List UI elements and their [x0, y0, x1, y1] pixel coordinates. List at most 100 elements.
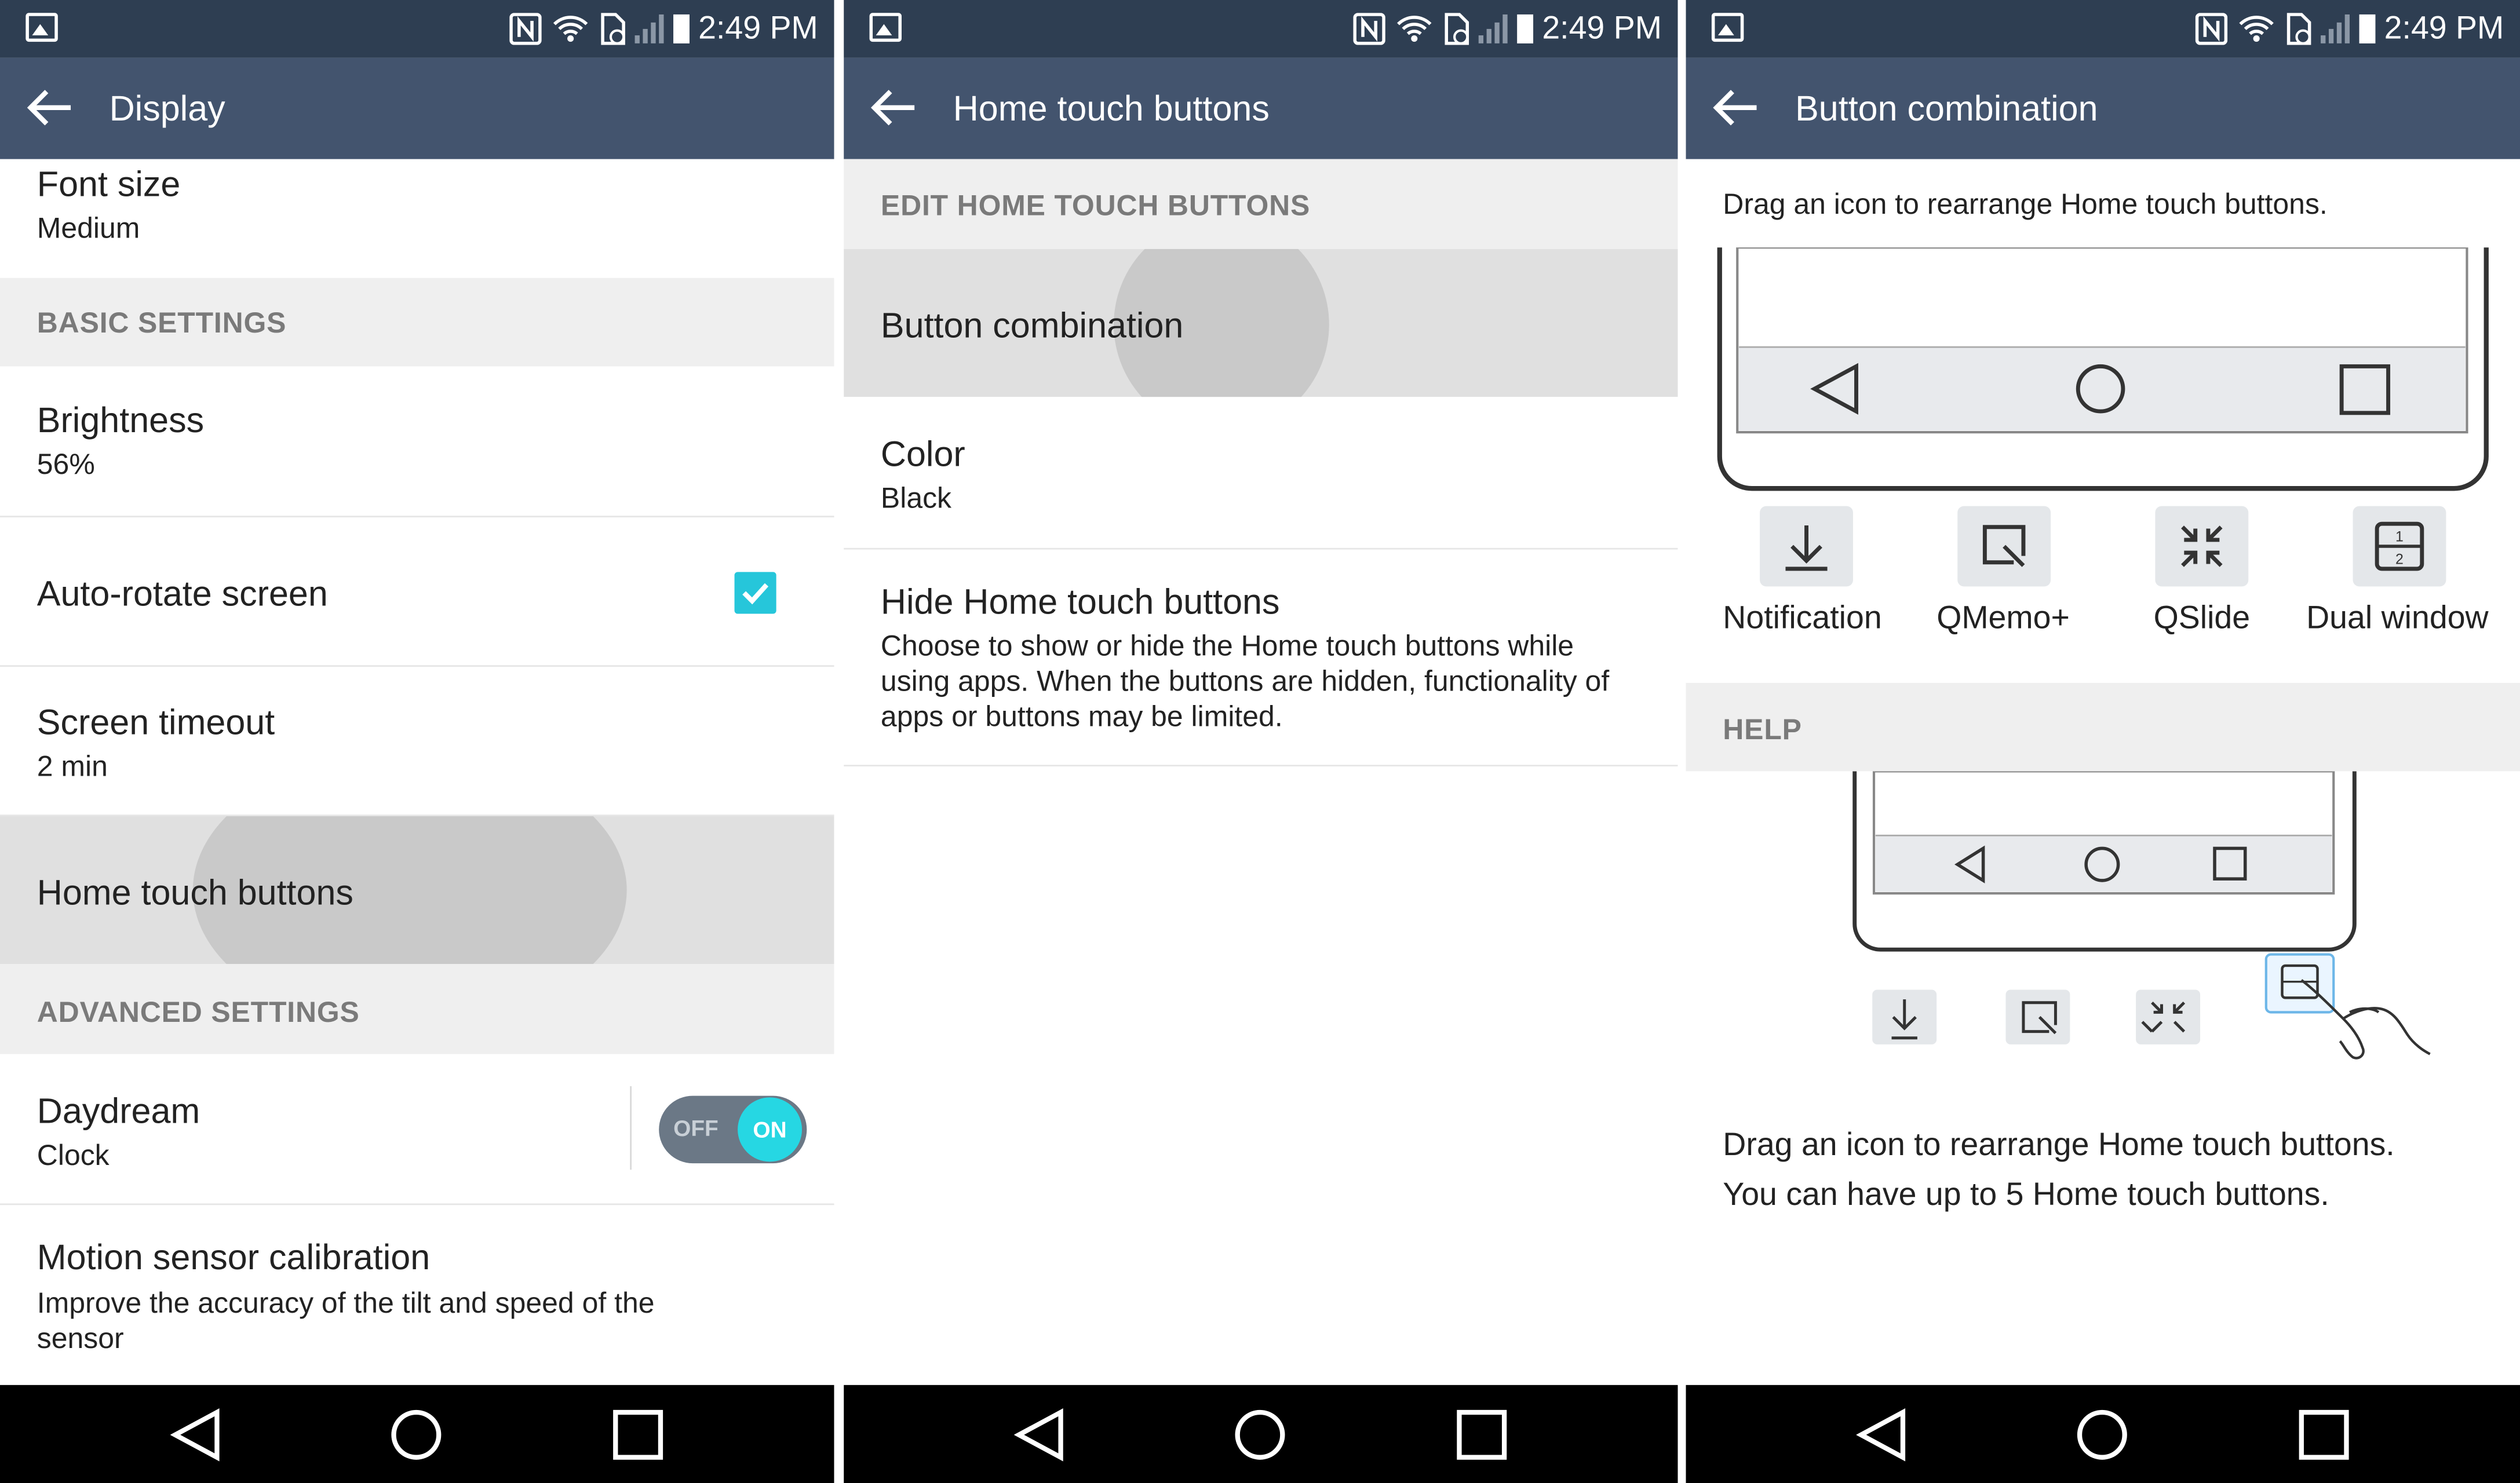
- motion-sensor-desc: Improve the accuracy of the tilt and spe…: [37, 1287, 655, 1355]
- screenshot-stage: 2:49 PM Display Font size Medium BASIC S…: [0, 0, 2520, 1483]
- qmemo-label: QMemo+: [1937, 601, 2070, 637]
- nav-back-icon[interactable]: [1014, 1408, 1066, 1462]
- nav-recents-icon[interactable]: [611, 1408, 665, 1462]
- panel-separator: [1677, 0, 1686, 1483]
- hide-buttons-label: Hide Home touch buttons: [880, 582, 1280, 622]
- battery-icon: [2358, 14, 2375, 43]
- qslide-label: QSlide: [2153, 601, 2251, 637]
- toggle-knob: ON: [738, 1097, 803, 1162]
- display-settings-screen: 2:49 PM Display Font size Medium BASIC S…: [0, 0, 834, 1483]
- svg-text:1: 1: [2395, 529, 2404, 545]
- motion-sensor-label: Motion sensor calibration: [37, 1237, 431, 1278]
- notification-down-icon: [1785, 525, 1828, 571]
- auto-rotate-checkbox[interactable]: [734, 572, 776, 614]
- navigation-bar: [0, 1385, 834, 1483]
- wifi-icon: [552, 16, 588, 42]
- toggle-on-label: ON: [753, 1116, 787, 1143]
- status-time: 2:49 PM: [698, 11, 818, 47]
- panel-separator: [834, 0, 844, 1483]
- nfc-icon: [2194, 13, 2227, 45]
- advanced-settings-header: ADVANCED SETTINGS: [0, 964, 834, 1054]
- signal-icon: [2320, 14, 2349, 43]
- button-combination-label: Button combination: [880, 305, 1184, 346]
- color-item[interactable]: Color Black: [844, 397, 1678, 550]
- daydream-toggle[interactable]: OFF ON: [659, 1095, 807, 1164]
- auto-rotate-item[interactable]: Auto-rotate screen: [0, 517, 834, 667]
- basic-settings-header: BASIC SETTINGS: [0, 277, 834, 367]
- sd-card-icon: [600, 13, 625, 45]
- nav-back-icon[interactable]: [1856, 1408, 1908, 1462]
- button-combination-item[interactable]: Button combination: [844, 249, 1678, 397]
- font-size-item[interactable]: Font size Medium: [0, 159, 834, 278]
- qslide-icon: [2181, 525, 2223, 567]
- back-arrow-icon[interactable]: [1712, 87, 1760, 129]
- help-illustration: [1852, 771, 2431, 1060]
- qmemo-option[interactable]: [1957, 506, 2051, 587]
- nav-recents-icon[interactable]: [1454, 1408, 1509, 1462]
- sd-card-icon: [2286, 13, 2311, 45]
- navigation-bar: [1686, 1385, 2520, 1483]
- brightness-item[interactable]: Brightness 56%: [0, 366, 834, 518]
- home-touch-buttons-screen: 2:49 PM Home touch buttons EDIT HOME TOU…: [844, 0, 1678, 1483]
- gallery-notification-icon: [869, 13, 902, 42]
- hide-home-touch-buttons-item[interactable]: Hide Home touch buttons Choose to show o…: [844, 550, 1678, 767]
- status-bar: 2:49 PM: [0, 0, 834, 58]
- brightness-value: 56%: [37, 448, 95, 481]
- phone-preview-illustration: [1717, 247, 2489, 491]
- signal-icon: [634, 14, 663, 43]
- nav-recents-icon[interactable]: [2296, 1408, 2351, 1462]
- font-size-value: Medium: [37, 212, 140, 244]
- daydream-label: Daydream: [37, 1091, 200, 1131]
- nfc-icon: [1352, 13, 1385, 45]
- dual-window-label: Dual window: [2306, 601, 2489, 637]
- gallery-notification-icon: [25, 13, 58, 42]
- back-arrow-icon[interactable]: [25, 87, 74, 129]
- wifi-icon: [1396, 16, 1431, 42]
- screen-timeout-value: 2 min: [37, 750, 108, 783]
- battery-icon: [1516, 14, 1533, 43]
- home-touch-buttons-item[interactable]: Home touch buttons: [0, 816, 834, 965]
- qmemo-icon: [1982, 525, 2026, 567]
- color-label: Color: [880, 433, 965, 474]
- edit-home-touch-buttons-header: EDIT HOME TOUCH BUTTONS: [844, 159, 1678, 249]
- app-bar: Button combination: [1686, 57, 2520, 159]
- navigation-bar: [844, 1385, 1678, 1483]
- section-label: EDIT HOME TOUCH BUTTONS: [880, 189, 1311, 222]
- brightness-label: Brightness: [37, 400, 205, 440]
- instruction-text: Drag an icon to rearrange Home touch but…: [1723, 188, 2328, 220]
- wifi-icon: [2238, 16, 2273, 42]
- app-bar: Home touch buttons: [844, 57, 1678, 159]
- section-label: BASIC SETTINGS: [37, 306, 287, 339]
- hide-buttons-desc: Choose to show or hide the Home touch bu…: [880, 630, 1610, 733]
- status-time: 2:49 PM: [2384, 11, 2504, 47]
- font-size-label: Font size: [37, 163, 181, 204]
- page-title: Button combination: [1795, 88, 2098, 129]
- section-label: ADVANCED SETTINGS: [37, 996, 360, 1029]
- nav-home-icon[interactable]: [1232, 1408, 1287, 1462]
- dual-window-option[interactable]: 12: [2353, 506, 2446, 587]
- app-bar: Display: [0, 57, 834, 159]
- signal-icon: [1478, 14, 1507, 43]
- back-arrow-icon[interactable]: [870, 87, 918, 129]
- svg-text:2: 2: [2395, 551, 2404, 568]
- home-touch-buttons-label: Home touch buttons: [37, 872, 353, 913]
- nav-back-icon[interactable]: [170, 1408, 222, 1462]
- gallery-notification-icon: [1711, 13, 1744, 42]
- color-value: Black: [880, 482, 952, 514]
- status-time: 2:49 PM: [1542, 11, 1662, 47]
- sd-card-icon: [1444, 13, 1468, 45]
- toggle-off-label: OFF: [673, 1115, 719, 1141]
- page-title: Display: [109, 88, 225, 129]
- nav-home-icon[interactable]: [389, 1408, 443, 1462]
- notification-option[interactable]: [1760, 506, 1853, 587]
- motion-sensor-item[interactable]: Motion sensor calibration Improve the ac…: [0, 1205, 834, 1385]
- status-bar: 2:49 PM: [844, 0, 1678, 58]
- help-text-line-1: Drag an icon to rearrange Home touch but…: [1723, 1128, 2395, 1164]
- battery-icon: [672, 14, 689, 43]
- screen-timeout-label: Screen timeout: [37, 702, 275, 743]
- help-header: HELP: [1686, 682, 2520, 772]
- screen-timeout-item[interactable]: Screen timeout 2 min: [0, 667, 834, 816]
- nav-home-icon[interactable]: [2075, 1408, 2129, 1462]
- checkmark-icon: [742, 583, 769, 605]
- qslide-option[interactable]: [2155, 506, 2249, 587]
